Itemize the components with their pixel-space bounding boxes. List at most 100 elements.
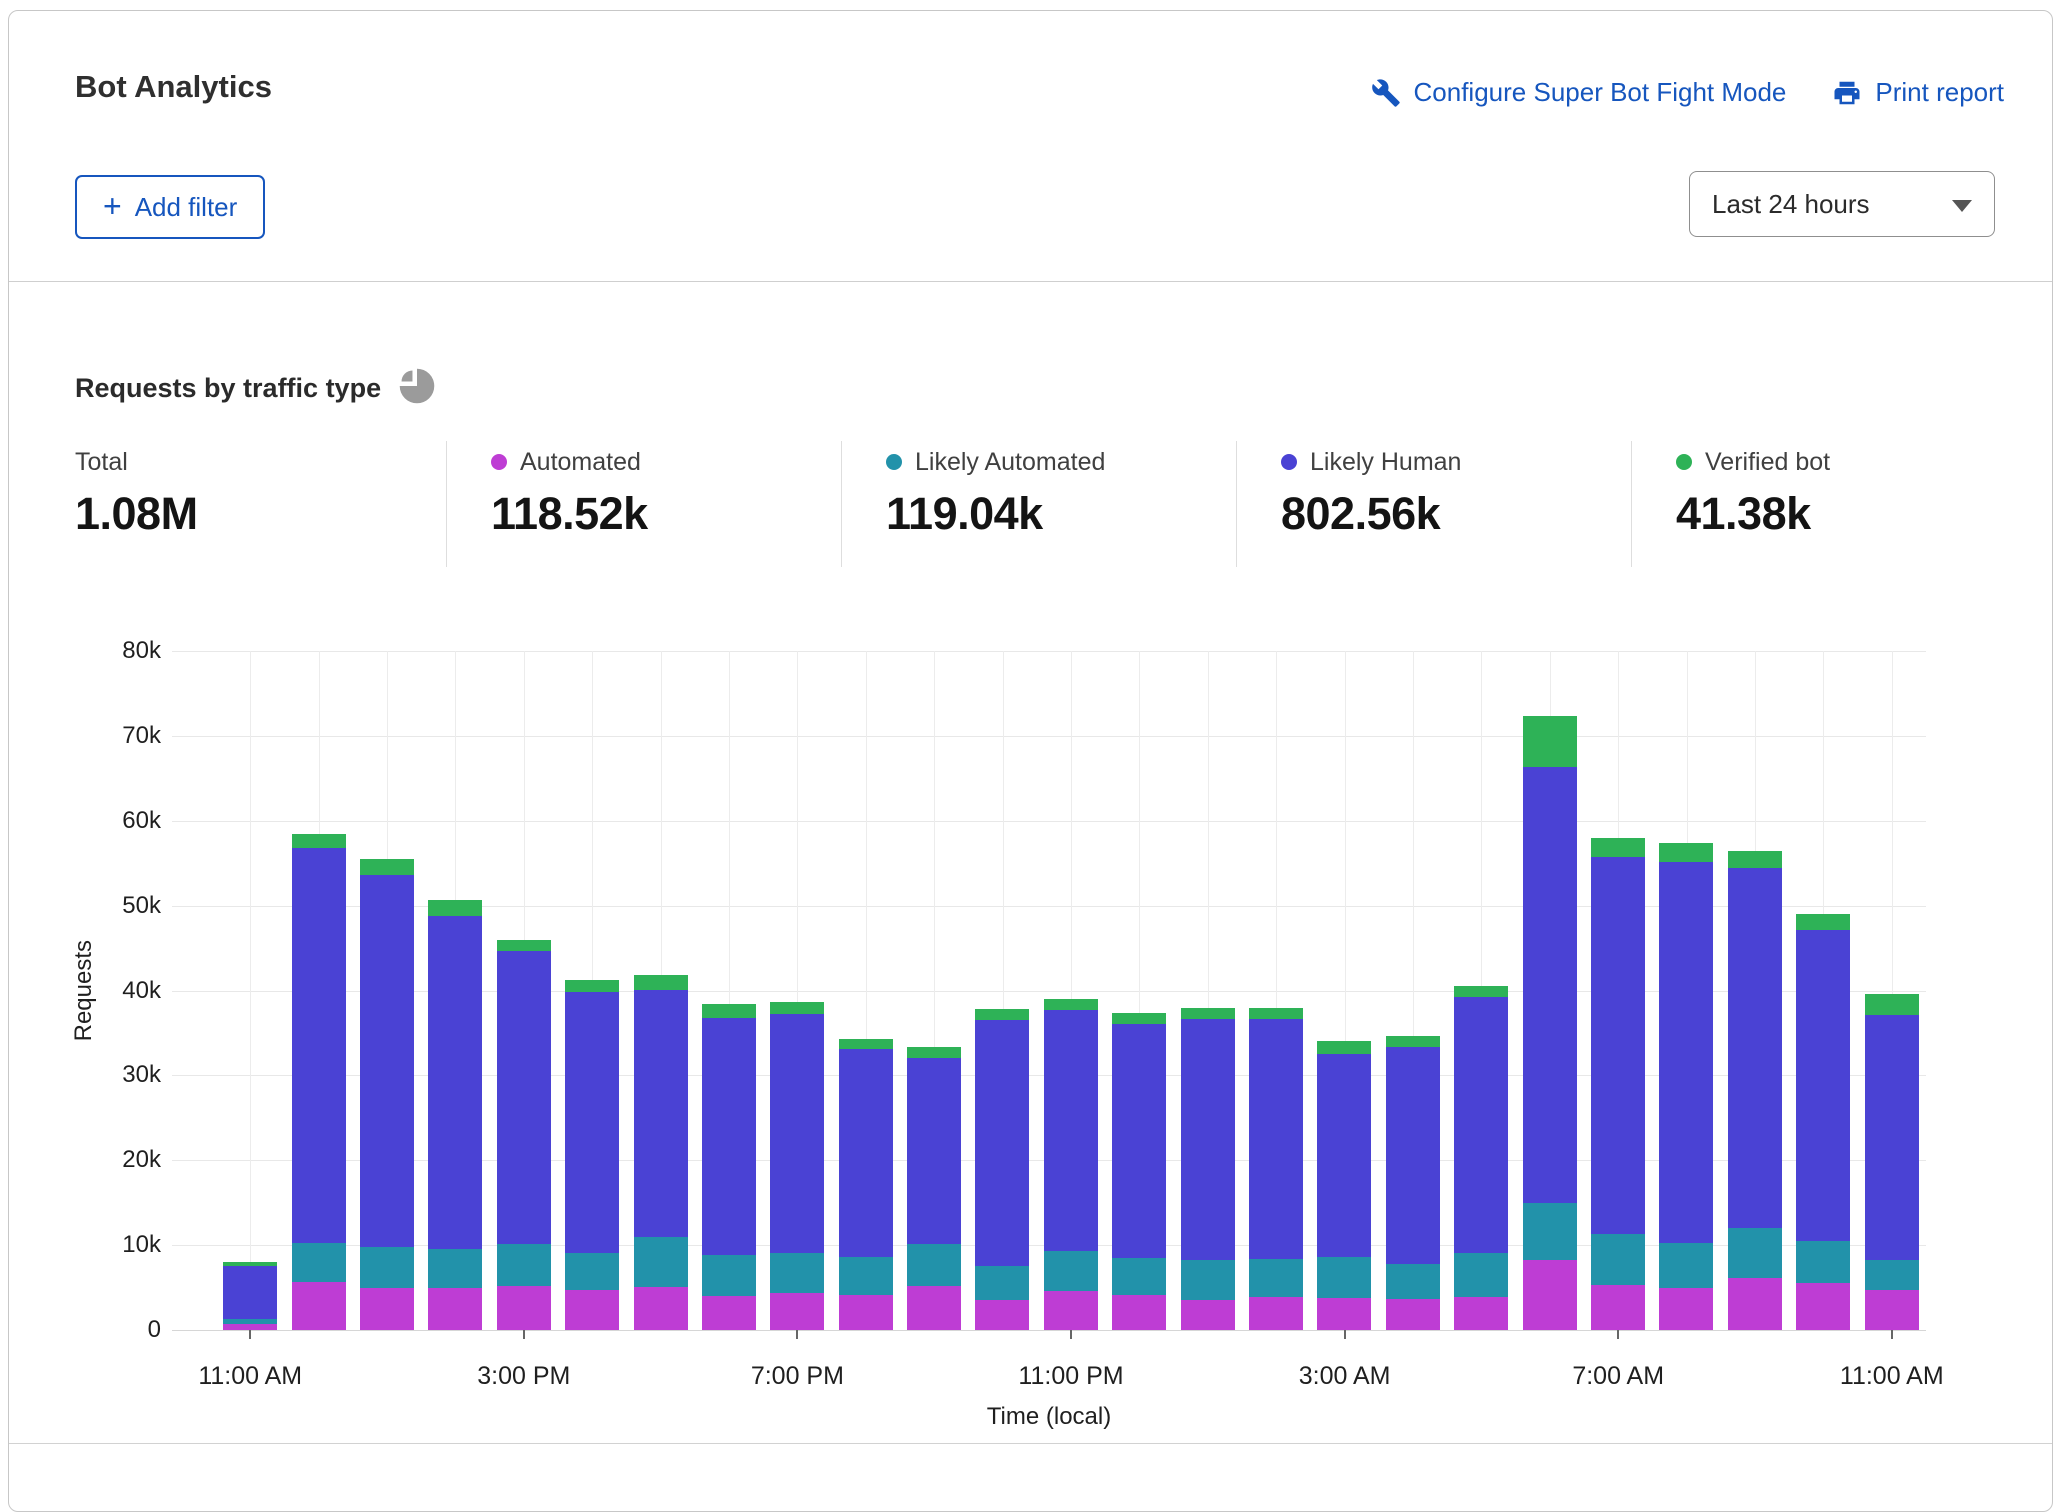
bar-segment-verified-bot[interactable] [1523,716,1577,768]
bar-segment-automated[interactable] [1591,1285,1645,1330]
bar-segment-likely-human[interactable] [292,848,346,1243]
configure-super-bot-fight-mode-link[interactable]: Configure Super Bot Fight Mode [1371,77,1787,108]
bar-segment-likely-human[interactable] [770,1014,824,1252]
bar-segment-automated[interactable] [1112,1295,1166,1330]
bar-segment-verified-bot[interactable] [1249,1008,1303,1020]
bar-segment-likely-automated[interactable] [975,1266,1029,1301]
stat-automated[interactable]: Automated 118.52k [491,447,648,539]
bar-segment-likely-automated[interactable] [1181,1260,1235,1301]
add-filter-button[interactable]: + Add filter [75,175,265,239]
stacked-bar[interactable] [634,975,688,1330]
bar-segment-verified-bot[interactable] [1317,1041,1371,1054]
bar-segment-verified-bot[interactable] [1454,986,1508,997]
bar-segment-verified-bot[interactable] [1659,843,1713,862]
bar-segment-likely-automated[interactable] [565,1253,619,1290]
bar-segment-likely-automated[interactable] [1796,1241,1850,1283]
bar-segment-likely-human[interactable] [839,1049,893,1257]
stacked-bar[interactable] [1454,986,1508,1330]
bar-segment-likely-automated[interactable] [1454,1253,1508,1297]
bar-segment-likely-automated[interactable] [1728,1228,1782,1278]
stacked-bar[interactable] [428,900,482,1330]
bar-segment-likely-human[interactable] [1796,930,1850,1241]
stacked-bar[interactable] [702,1004,756,1330]
bar-segment-automated[interactable] [565,1290,619,1330]
bar-segment-verified-bot[interactable] [428,900,482,916]
bar-segment-likely-human[interactable] [975,1020,1029,1265]
bar-segment-automated[interactable] [839,1295,893,1330]
bar-segment-verified-bot[interactable] [634,975,688,989]
bar-segment-likely-automated[interactable] [1112,1258,1166,1295]
bar-segment-likely-human[interactable] [565,992,619,1253]
bar-segment-automated[interactable] [1386,1299,1440,1330]
bar-segment-verified-bot[interactable] [1591,838,1645,858]
stacked-bar[interactable] [1112,1013,1166,1330]
bar-segment-automated[interactable] [975,1300,1029,1330]
bar-segment-likely-human[interactable] [1659,862,1713,1244]
bar-segment-likely-human[interactable] [1181,1019,1235,1259]
bar-segment-automated[interactable] [634,1287,688,1330]
bar-segment-automated[interactable] [1181,1300,1235,1330]
bar-segment-likely-human[interactable] [1249,1019,1303,1258]
stacked-bar[interactable] [1728,851,1782,1331]
stacked-bar[interactable] [497,940,551,1330]
bar-segment-likely-automated[interactable] [1865,1260,1919,1291]
bar-segment-likely-automated[interactable] [292,1243,346,1283]
time-range-select[interactable]: Last 24 hours [1689,171,1995,237]
bar-segment-verified-bot[interactable] [1181,1008,1235,1019]
bar-segment-likely-human[interactable] [497,951,551,1245]
bar-segment-automated[interactable] [1249,1297,1303,1330]
bar-segment-automated[interactable] [1659,1288,1713,1330]
bar-segment-likely-automated[interactable] [907,1244,961,1286]
bar-segment-automated[interactable] [360,1288,414,1330]
bar-segment-automated[interactable] [1454,1297,1508,1330]
bar-segment-likely-human[interactable] [1865,1015,1919,1259]
bar-segment-verified-bot[interactable] [1796,914,1850,930]
bar-segment-automated[interactable] [1796,1283,1850,1330]
bar-segment-likely-human[interactable] [1044,1010,1098,1251]
bar-segment-likely-automated[interactable] [770,1253,824,1293]
bar-segment-verified-bot[interactable] [839,1039,893,1049]
bar-segment-verified-bot[interactable] [1044,999,1098,1010]
stacked-bar[interactable] [223,1262,277,1330]
bar-segment-likely-human[interactable] [1454,997,1508,1252]
bar-segment-likely-automated[interactable] [1317,1257,1371,1298]
bar-segment-likely-automated[interactable] [497,1244,551,1286]
stacked-bar[interactable] [1659,843,1713,1330]
bar-segment-likely-automated[interactable] [1249,1259,1303,1297]
bar-segment-likely-automated[interactable] [428,1249,482,1289]
stacked-bar[interactable] [565,980,619,1330]
bar-segment-verified-bot[interactable] [497,940,551,951]
bar-segment-verified-bot[interactable] [1386,1036,1440,1048]
bar-segment-likely-automated[interactable] [839,1257,893,1295]
bar-segment-likely-automated[interactable] [1386,1264,1440,1300]
bar-segment-likely-human[interactable] [1112,1024,1166,1257]
bar-segment-automated[interactable] [1523,1260,1577,1330]
bar-segment-automated[interactable] [1728,1278,1782,1330]
bar-segment-verified-bot[interactable] [1728,851,1782,869]
bar-segment-verified-bot[interactable] [360,859,414,875]
bar-segment-likely-human[interactable] [907,1058,961,1244]
stat-verified-bot[interactable]: Verified bot 41.38k [1676,447,1830,539]
bar-segment-automated[interactable] [428,1288,482,1330]
stacked-bar[interactable] [1181,1008,1235,1330]
bar-segment-verified-bot[interactable] [1865,994,1919,1015]
stacked-bar[interactable] [1591,838,1645,1330]
bar-segment-verified-bot[interactable] [975,1009,1029,1020]
bar-segment-verified-bot[interactable] [565,980,619,992]
bar-segment-likely-human[interactable] [428,916,482,1249]
print-report-link[interactable]: Print report [1832,77,2004,108]
bar-segment-likely-human[interactable] [1591,857,1645,1234]
bar-segment-likely-automated[interactable] [1523,1203,1577,1260]
stacked-bar[interactable] [292,834,346,1330]
bar-segment-likely-automated[interactable] [1044,1251,1098,1291]
bar-segment-likely-automated[interactable] [634,1237,688,1287]
stacked-bar[interactable] [1796,914,1850,1330]
stacked-bar[interactable] [1386,1036,1440,1330]
stacked-bar[interactable] [1044,999,1098,1330]
stat-likely-human[interactable]: Likely Human 802.56k [1281,447,1461,539]
stacked-bar[interactable] [1865,994,1919,1330]
bar-segment-verified-bot[interactable] [702,1004,756,1018]
bar-segment-verified-bot[interactable] [1112,1013,1166,1024]
stacked-bar[interactable] [1523,716,1577,1330]
bar-segment-automated[interactable] [702,1296,756,1330]
